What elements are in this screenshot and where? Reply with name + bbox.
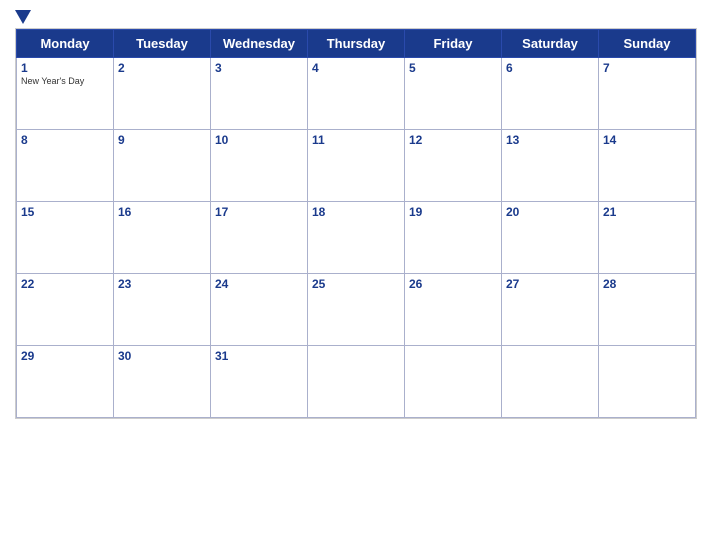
calendar-cell: 14: [599, 130, 696, 202]
day-number: 28: [603, 277, 691, 291]
calendar-cell: [308, 346, 405, 418]
day-number: 23: [118, 277, 206, 291]
calendar-cell: 29: [17, 346, 114, 418]
calendar-cell: 2: [114, 58, 211, 130]
calendar-cell: 24: [211, 274, 308, 346]
day-number: 22: [21, 277, 109, 291]
calendar-cell: 21: [599, 202, 696, 274]
calendar-cell: 16: [114, 202, 211, 274]
calendar-cell: 8: [17, 130, 114, 202]
logo-triangle-icon: [15, 10, 31, 24]
calendar-cell: 31: [211, 346, 308, 418]
calendar-cell: 6: [502, 58, 599, 130]
calendar-cell: 25: [308, 274, 405, 346]
day-number: 6: [506, 61, 594, 75]
weekday-header-tuesday: Tuesday: [114, 30, 211, 58]
day-number: 12: [409, 133, 497, 147]
day-number: 3: [215, 61, 303, 75]
day-number: 21: [603, 205, 691, 219]
day-number: 19: [409, 205, 497, 219]
calendar-cell: [599, 346, 696, 418]
day-number: 17: [215, 205, 303, 219]
calendar-cell: 22: [17, 274, 114, 346]
day-number: 8: [21, 133, 109, 147]
day-number: 7: [603, 61, 691, 75]
calendar-cell: 26: [405, 274, 502, 346]
calendar-cell: 30: [114, 346, 211, 418]
logo-blue-text: [15, 10, 33, 24]
calendar-cell: 19: [405, 202, 502, 274]
calendar-week-row: 89 10 11 12 13 14: [17, 130, 696, 202]
calendar-cell: 1New Year's Day: [17, 58, 114, 130]
calendar-cell: 15: [17, 202, 114, 274]
weekday-header-monday: Monday: [17, 30, 114, 58]
calendar-cell: 9: [114, 130, 211, 202]
calendar-cell: [502, 346, 599, 418]
day-number: 14: [603, 133, 691, 147]
day-number: 13: [506, 133, 594, 147]
day-number: 10: [215, 133, 303, 147]
weekday-header-row: MondayTuesdayWednesdayThursdayFridaySatu…: [17, 30, 696, 58]
day-number: 9: [118, 133, 206, 147]
calendar-week-row: 29 30 31: [17, 346, 696, 418]
calendar-wrapper: MondayTuesdayWednesdayThursdayFridaySatu…: [15, 28, 697, 419]
calendar-table: MondayTuesdayWednesdayThursdayFridaySatu…: [16, 29, 696, 418]
day-number: 31: [215, 349, 303, 363]
day-number: 2: [118, 61, 206, 75]
weekday-header-wednesday: Wednesday: [211, 30, 308, 58]
calendar-cell: 4: [308, 58, 405, 130]
calendar-cell: 23: [114, 274, 211, 346]
top-bar: [15, 10, 697, 24]
calendar-cell: 20: [502, 202, 599, 274]
calendar-cell: [405, 346, 502, 418]
day-number: 30: [118, 349, 206, 363]
calendar-cell: 18: [308, 202, 405, 274]
calendar-cell: 10: [211, 130, 308, 202]
calendar-cell: 17: [211, 202, 308, 274]
calendar-cell: 11: [308, 130, 405, 202]
day-number: 5: [409, 61, 497, 75]
day-number: 1: [21, 61, 109, 75]
day-number: 27: [506, 277, 594, 291]
day-number: 16: [118, 205, 206, 219]
day-number: 11: [312, 133, 400, 147]
holiday-label: New Year's Day: [21, 76, 109, 86]
calendar-cell: 3: [211, 58, 308, 130]
calendar-cell: 28: [599, 274, 696, 346]
day-number: 18: [312, 205, 400, 219]
weekday-header-sunday: Sunday: [599, 30, 696, 58]
weekday-header-saturday: Saturday: [502, 30, 599, 58]
day-number: 25: [312, 277, 400, 291]
calendar-cell: 27: [502, 274, 599, 346]
day-number: 4: [312, 61, 400, 75]
calendar-cell: 5: [405, 58, 502, 130]
day-number: 24: [215, 277, 303, 291]
calendar-header: MondayTuesdayWednesdayThursdayFridaySatu…: [17, 30, 696, 58]
logo: [15, 10, 33, 24]
calendar-body: 1New Year's Day2345678910111213141516171…: [17, 58, 696, 418]
calendar-cell: 12: [405, 130, 502, 202]
calendar-cell: 7: [599, 58, 696, 130]
weekday-header-thursday: Thursday: [308, 30, 405, 58]
calendar-week-row: 1New Year's Day 234567: [17, 58, 696, 130]
weekday-header-friday: Friday: [405, 30, 502, 58]
calendar-week-row: 22 23 24 25 26 27 28: [17, 274, 696, 346]
day-number: 26: [409, 277, 497, 291]
day-number: 29: [21, 349, 109, 363]
calendar-week-row: 15 16 17 18 19 20 21: [17, 202, 696, 274]
day-number: 15: [21, 205, 109, 219]
calendar-cell: 13: [502, 130, 599, 202]
day-number: 20: [506, 205, 594, 219]
